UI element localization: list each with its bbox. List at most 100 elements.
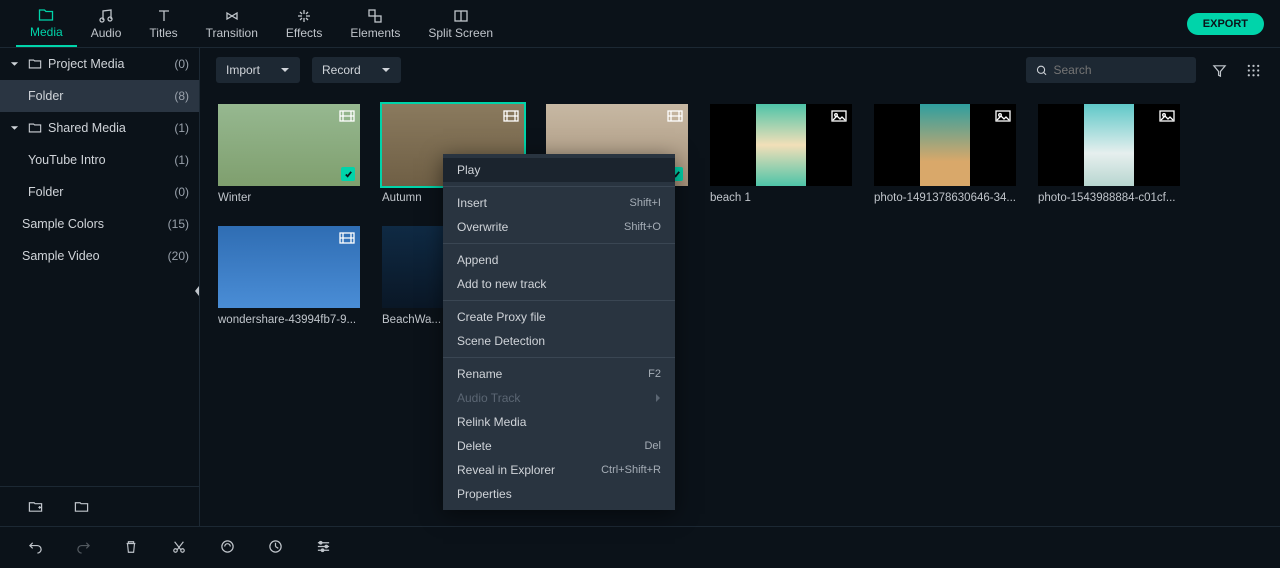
media-clip[interactable]: photo-1491378630646-34... — [874, 104, 1016, 204]
menu-shortcut: Del — [644, 440, 661, 452]
splitscreen-icon — [453, 8, 469, 24]
sidebar-item-label: Sample Video — [22, 249, 168, 263]
tab-label: Transition — [206, 26, 258, 40]
import-dropdown[interactable]: Import — [216, 57, 300, 83]
clip-name: photo-1543988884-c01cf... — [1038, 192, 1180, 204]
menu-item-label: Rename — [457, 367, 502, 381]
folder-icon — [28, 57, 42, 71]
menu-item-label: Delete — [457, 439, 492, 453]
speed-icon[interactable] — [264, 536, 286, 558]
chevron-down-icon — [381, 67, 391, 73]
menu-item-label: Insert — [457, 196, 487, 210]
menu-item-label: Relink Media — [457, 415, 526, 429]
sidebar-item-label: Folder — [28, 89, 174, 103]
menu-separator — [443, 243, 675, 244]
sidebar-item[interactable]: YouTube Intro(1) — [0, 144, 199, 176]
folder-icon[interactable] — [70, 496, 92, 518]
tab-label: Media — [30, 25, 63, 39]
menu-item[interactable]: Relink Media — [443, 410, 675, 434]
tab-titles[interactable]: Titles — [135, 1, 191, 47]
chevron-right-icon — [655, 393, 661, 403]
cut-icon[interactable] — [168, 536, 190, 558]
sidebar-item[interactable]: Shared Media(1) — [0, 112, 199, 144]
tab-audio[interactable]: Audio — [77, 1, 136, 47]
tab-effects[interactable]: Effects — [272, 1, 336, 47]
menu-shortcut: Shift+O — [624, 221, 661, 233]
sidebar: Project Media(0)Folder(8)Shared Media(1)… — [0, 48, 200, 526]
menu-separator — [443, 357, 675, 358]
tab-label: Elements — [350, 26, 400, 40]
clip-thumbnail[interactable] — [710, 104, 852, 186]
menu-item[interactable]: Append — [443, 248, 675, 272]
menu-item[interactable]: Properties — [443, 482, 675, 506]
sparkle-icon — [296, 8, 312, 24]
image-icon — [1159, 109, 1175, 123]
undo-icon[interactable] — [24, 536, 46, 558]
export-button[interactable]: EXPORT — [1187, 13, 1264, 35]
sidebar-item-label: YouTube Intro — [28, 153, 174, 167]
sidebar-item[interactable]: Sample Colors(15) — [0, 208, 199, 240]
chevron-down-icon — [10, 61, 22, 67]
record-dropdown[interactable]: Record — [312, 57, 401, 83]
grid-view-icon[interactable] — [1242, 59, 1264, 81]
sidebar-item[interactable]: Project Media(0) — [0, 48, 199, 80]
video-icon — [667, 109, 683, 123]
menu-item[interactable]: Add to new track — [443, 272, 675, 296]
tab-elements[interactable]: Elements — [336, 1, 414, 47]
clip-thumbnail[interactable] — [1038, 104, 1180, 186]
clip-name: beach 1 — [710, 192, 852, 204]
sidebar-item[interactable]: Folder(0) — [0, 176, 199, 208]
sidebar-item[interactable]: Sample Video(20) — [0, 240, 199, 272]
media-clip[interactable]: wondershare-43994fb7-9... — [218, 226, 360, 326]
tab-label: Split Screen — [428, 26, 493, 40]
menu-item: Audio Track — [443, 386, 675, 410]
context-menu: Play Insert Shift+I OverwriteShift+O Append A… — [443, 154, 675, 510]
image-icon — [831, 109, 847, 123]
menu-shortcut: Shift+I — [630, 197, 662, 209]
clip-thumbnail[interactable] — [874, 104, 1016, 186]
clip-thumbnail[interactable] — [218, 226, 360, 308]
tab-media[interactable]: Media — [16, 1, 77, 47]
filter-icon[interactable] — [1208, 59, 1230, 81]
menu-item[interactable]: Create Proxy file — [443, 305, 675, 329]
menu-item[interactable]: Delete Del — [443, 434, 675, 458]
sidebar-item-count: (0) — [174, 185, 189, 199]
delete-icon[interactable] — [120, 536, 142, 558]
clip-name: Winter — [218, 192, 360, 204]
menu-item-label: Add to new track — [457, 277, 546, 291]
menu-item[interactable]: Scene Detection — [443, 329, 675, 353]
sidebar-item-label: Folder — [28, 185, 174, 199]
sidebar-item-label: Sample Colors — [22, 217, 168, 231]
media-clip[interactable]: Winter — [218, 104, 360, 204]
redo-icon[interactable] — [72, 536, 94, 558]
clip-name: photo-1491378630646-34... — [874, 192, 1016, 204]
adjust-icon[interactable] — [312, 536, 334, 558]
folder-icon — [38, 7, 54, 23]
menu-separator — [443, 186, 675, 187]
crop-icon[interactable] — [216, 536, 238, 558]
menu-item[interactable]: Insert Shift+I — [443, 191, 675, 215]
video-icon — [339, 109, 355, 123]
menu-item-label: Audio Track — [457, 391, 520, 405]
image-icon — [995, 109, 1011, 123]
new-folder-icon[interactable] — [24, 496, 46, 518]
tab-splitscreen[interactable]: Split Screen — [414, 1, 507, 47]
menu-shortcut: Ctrl+Shift+R — [601, 464, 661, 476]
media-clip[interactable]: photo-1543988884-c01cf... — [1038, 104, 1180, 204]
menu-item[interactable]: RenameF2 — [443, 362, 675, 386]
menu-item[interactable]: Reveal in Explorer Ctrl+Shift+R — [443, 458, 675, 482]
search-field[interactable] — [1053, 63, 1186, 77]
menu-separator — [443, 300, 675, 301]
shapes-icon — [367, 8, 383, 24]
collapse-sidebar-icon[interactable] — [191, 280, 203, 302]
search-input[interactable] — [1026, 57, 1196, 83]
sidebar-item-count: (1) — [174, 153, 189, 167]
chevron-down-icon — [10, 125, 22, 131]
clip-thumbnail[interactable] — [218, 104, 360, 186]
menu-item-label: Reveal in Explorer — [457, 463, 555, 477]
media-clip[interactable]: beach 1 — [710, 104, 852, 204]
menu-item[interactable]: OverwriteShift+O — [443, 215, 675, 239]
tab-transition[interactable]: Transition — [192, 1, 272, 47]
menu-item[interactable]: Play — [443, 158, 675, 182]
sidebar-item[interactable]: Folder(8) — [0, 80, 199, 112]
